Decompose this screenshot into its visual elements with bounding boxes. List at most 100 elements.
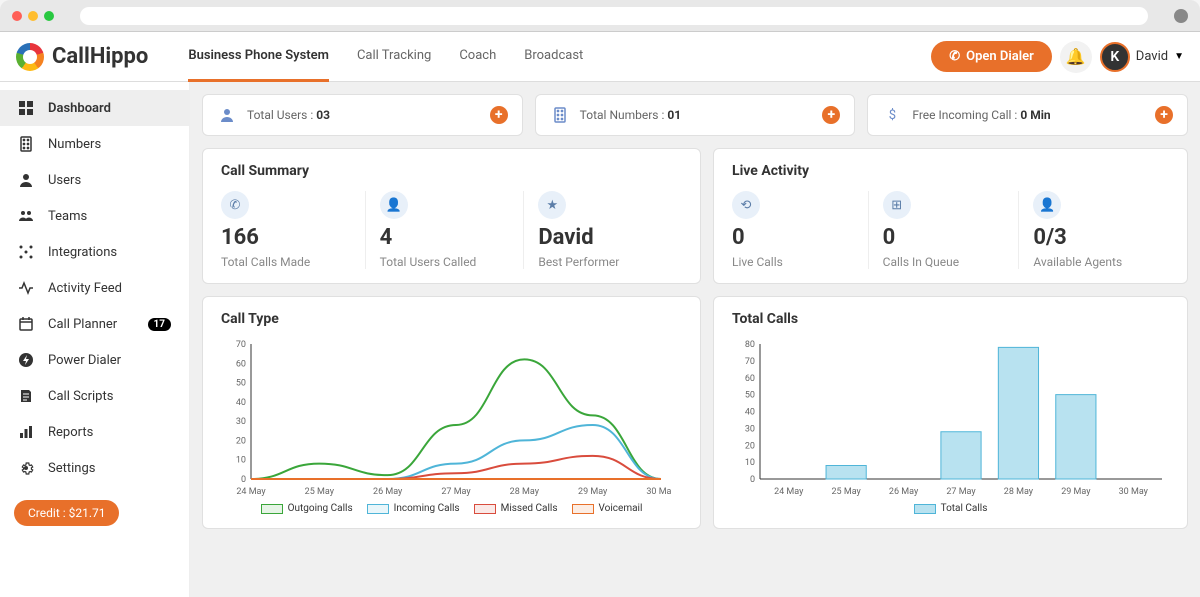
- user-name: David: [1136, 49, 1168, 64]
- numbers-icon: [550, 105, 570, 125]
- call-type-chart-panel: Call Type 01020304050607024 May25 May26 …: [202, 296, 701, 529]
- phone-icon: ✆: [949, 49, 960, 64]
- summary-item: ⊞0Calls In Queue: [869, 191, 1020, 269]
- sidebar-label: Call Scripts: [48, 389, 113, 404]
- open-dialer-button[interactable]: ✆ Open Dialer: [931, 41, 1052, 72]
- sidebar-label: Dashboard: [48, 101, 111, 116]
- svg-text:50: 50: [745, 391, 755, 401]
- stat-card: Total Numbers : 01+: [535, 94, 856, 136]
- summary-value: 166: [221, 225, 351, 251]
- sidebar-label: Call Planner: [48, 317, 117, 332]
- summary-value: 0: [883, 225, 1005, 251]
- sidebar-item-integrations[interactable]: Integrations: [0, 234, 189, 270]
- call-summary-panel: Call Summary ✆166Total Calls Made👤4Total…: [202, 148, 701, 284]
- browser-chrome: [0, 0, 1200, 32]
- svg-text:27 May: 27 May: [441, 487, 471, 497]
- sidebar-item-settings[interactable]: Settings: [0, 450, 189, 486]
- svg-text:24 May: 24 May: [236, 487, 266, 497]
- chevron-down-icon: ▼: [1174, 51, 1184, 62]
- summary-label: Available Agents: [1033, 255, 1155, 269]
- tab-broadcast[interactable]: Broadcast: [524, 32, 583, 82]
- user-menu[interactable]: K David ▼: [1100, 42, 1184, 72]
- stat-label: Total Users : 03: [247, 108, 330, 122]
- sidebar-item-teams[interactable]: Teams: [0, 198, 189, 234]
- power-icon: [18, 352, 34, 368]
- svg-text:24 May: 24 May: [774, 487, 804, 497]
- profile-icon[interactable]: [1174, 9, 1188, 23]
- sidebar-item-call-scripts[interactable]: Call Scripts: [0, 378, 189, 414]
- traffic-light-max[interactable]: [44, 11, 54, 21]
- svg-text:70: 70: [745, 357, 755, 367]
- svg-text:10: 10: [745, 459, 755, 469]
- panel-title: Call Summary: [221, 163, 682, 179]
- main-tabs: Business Phone System Call Tracking Coach B…: [188, 32, 583, 82]
- sidebar-item-call-planner[interactable]: Call Planner 17: [0, 306, 189, 342]
- total-calls-chart-panel: Total Calls 0102030405060708024 May25 Ma…: [713, 296, 1188, 529]
- summary-value: 0: [732, 225, 854, 251]
- sidebar-item-power-dialer[interactable]: Power Dialer: [0, 342, 189, 378]
- summary-label: Live Calls: [732, 255, 854, 269]
- top-header: CallHippo Business Phone System Call Trac…: [0, 32, 1200, 82]
- sidebar-item-activity-feed[interactable]: Activity Feed: [0, 270, 189, 306]
- star-icon: ★: [538, 191, 566, 219]
- svg-text:30: 30: [236, 418, 246, 428]
- sidebar-item-users[interactable]: Users: [0, 162, 189, 198]
- stat-label: Free Incoming Call : 0 Min: [912, 108, 1050, 122]
- dashboard-icon: [18, 100, 34, 116]
- legend-item: Outgoing Calls: [261, 503, 353, 514]
- teams-icon: [18, 208, 34, 224]
- svg-text:70: 70: [236, 340, 246, 350]
- sidebar-item-reports[interactable]: Reports: [0, 414, 189, 450]
- svg-text:30 May: 30 May: [646, 487, 671, 497]
- summary-item: ✆166Total Calls Made: [221, 191, 366, 269]
- main-content: Total Users : 03+Total Numbers : 01+$Fre…: [190, 82, 1200, 597]
- summary-value: 4: [380, 225, 510, 251]
- summary-label: Best Performer: [538, 255, 668, 269]
- add-button[interactable]: +: [1155, 106, 1173, 124]
- panel-title: Live Activity: [732, 163, 1169, 179]
- sidebar-item-dashboard[interactable]: Dashboard: [0, 90, 189, 126]
- tab-call-tracking[interactable]: Call Tracking: [357, 32, 431, 82]
- sidebar: Dashboard NumbersUsers Teams Integrations Ac…: [0, 82, 190, 597]
- svg-text:80: 80: [745, 340, 755, 350]
- live-activity-panel: Live Activity ⟲ 0 Live Calls ⊞0Calls In Que…: [713, 148, 1188, 284]
- svg-text:20: 20: [236, 437, 246, 447]
- svg-text:60: 60: [745, 374, 755, 384]
- svg-text:28 May: 28 May: [510, 487, 540, 497]
- svg-text:29 May: 29 May: [1061, 487, 1091, 497]
- notifications-button[interactable]: 🔔: [1060, 41, 1092, 73]
- chart-legend: Total Calls: [732, 503, 1169, 514]
- reports-icon: [18, 424, 34, 440]
- phone-icon: ✆: [221, 191, 249, 219]
- badge: 17: [148, 318, 171, 331]
- sidebar-label: Teams: [48, 209, 87, 224]
- app-name: CallHippo: [52, 44, 148, 69]
- summary-item: 👤4Total Users Called: [366, 191, 525, 269]
- logo[interactable]: CallHippo: [16, 43, 148, 71]
- summary-value: 0/3: [1033, 225, 1155, 251]
- svg-text:40: 40: [236, 398, 246, 408]
- panel-title: Total Calls: [732, 311, 1169, 327]
- stat-card: Total Users : 03 +: [202, 94, 523, 136]
- tab-coach[interactable]: Coach: [459, 32, 496, 82]
- logo-mark-icon: [16, 43, 44, 71]
- sidebar-label: Activity Feed: [48, 281, 122, 296]
- credit-pill[interactable]: Credit : $21.71: [14, 500, 119, 526]
- summary-label: Total Users Called: [380, 255, 510, 269]
- svg-text:0: 0: [241, 475, 246, 485]
- tab-business-phone-system[interactable]: Business Phone System: [188, 32, 329, 82]
- planner-icon: [18, 316, 34, 332]
- traffic-light-close[interactable]: [12, 11, 22, 21]
- svg-text:30: 30: [745, 425, 755, 435]
- traffic-light-min[interactable]: [28, 11, 38, 21]
- sidebar-item-numbers[interactable]: Numbers: [0, 126, 189, 162]
- url-bar[interactable]: [80, 7, 1148, 25]
- add-button[interactable]: +: [490, 106, 508, 124]
- panel-title: Call Type: [221, 311, 682, 327]
- svg-text:20: 20: [745, 442, 755, 452]
- add-button[interactable]: +: [822, 106, 840, 124]
- svg-text:25 May: 25 May: [305, 487, 335, 497]
- svg-text:30 May: 30 May: [1119, 487, 1149, 497]
- live-icon: ⟲: [732, 191, 760, 219]
- open-dialer-label: Open Dialer: [966, 49, 1034, 64]
